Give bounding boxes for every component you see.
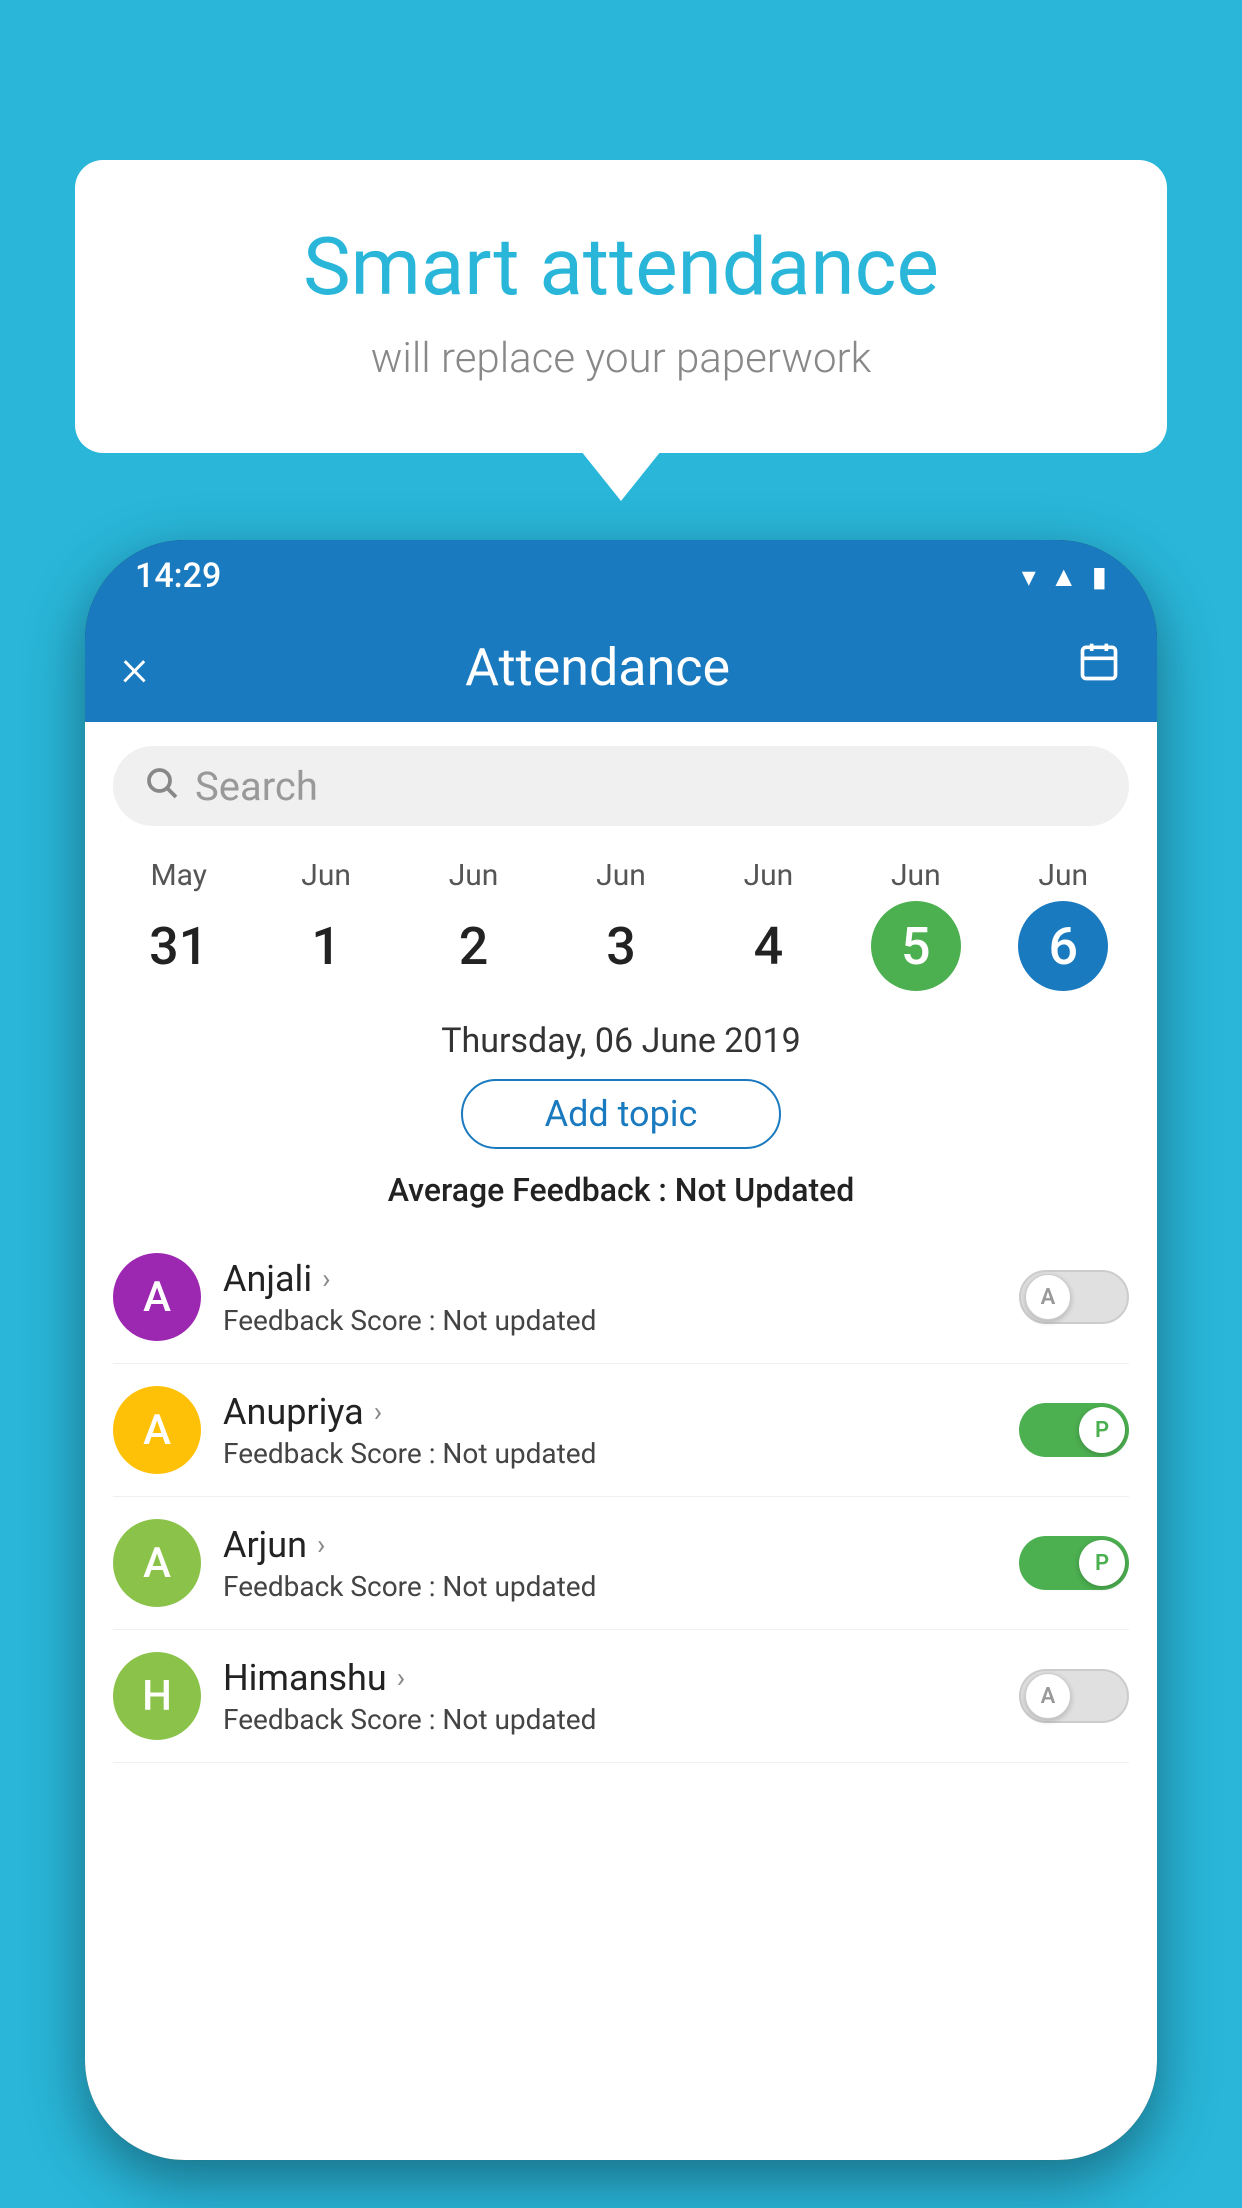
date-day-6: 6 [1018,901,1108,991]
phone-wrapper: 14:29 ▾ ▲ ▮ × Attendance [85,540,1157,2208]
student-name-anjali: Anjali › [223,1258,1019,1300]
date-day-2: 2 [429,901,519,991]
student-item-anupriya[interactable]: A Anupriya › Feedback Score : Not update… [113,1364,1129,1497]
avg-feedback: Average Feedback : Not Updated [85,1171,1157,1209]
chevron-right-icon: › [322,1262,330,1295]
calendar-icon[interactable] [1077,640,1121,695]
search-bar[interactable]: Search [113,746,1129,826]
student-name-arjun: Arjun › [223,1524,1019,1566]
date-month-3: Jun [596,858,646,893]
date-month-6: Jun [1038,858,1088,893]
date-day-4: 4 [723,901,813,991]
chevron-right-icon: › [317,1528,325,1561]
date-col-0[interactable]: May 31 [105,842,252,1007]
date-col-3[interactable]: Jun 3 [547,842,694,1007]
date-month-1: Jun [301,858,351,893]
date-month-2: Jun [449,858,499,893]
chevron-right-icon: › [374,1395,382,1428]
avg-feedback-label: Average Feedback : [388,1171,675,1209]
phone-frame: 14:29 ▾ ▲ ▮ × Attendance [85,540,1157,2160]
date-day-1: 1 [281,901,371,991]
date-col-5[interactable]: Jun 5 [842,842,989,1007]
date-month-0: May [150,858,206,893]
student-name-himanshu: Himanshu › [223,1657,1019,1699]
bubble-subtitle: will replace your paperwork [155,334,1087,383]
student-item-anjali[interactable]: A Anjali › Feedback Score : Not updated … [113,1231,1129,1364]
bubble-title: Smart attendance [155,220,1087,314]
feedback-score-anjali: Feedback Score : Not updated [223,1304,1019,1337]
student-list: A Anjali › Feedback Score : Not updated … [85,1231,1157,1763]
feedback-score-anupriya: Feedback Score : Not updated [223,1437,1019,1470]
phone-screen: Search May 31 Jun 1 Jun 2 Jun 3 [85,722,1157,2160]
avatar-arjun: A [113,1519,201,1607]
student-info-anupriya: Anupriya › Feedback Score : Not updated [223,1391,1019,1470]
date-month-5: Jun [891,858,941,893]
date-col-6[interactable]: Jun 6 [990,842,1137,1007]
search-placeholder: Search [195,763,318,810]
wifi-icon: ▾ [1022,560,1036,593]
toggle-knob-himanshu: A [1025,1673,1071,1719]
toggle-anjali[interactable]: A [1019,1270,1129,1324]
toggle-knob-anupriya: P [1079,1407,1125,1453]
student-name-anupriya: Anupriya › [223,1391,1019,1433]
status-time: 14:29 [135,556,221,596]
date-col-4[interactable]: Jun 4 [695,842,842,1007]
date-day-0: 31 [134,901,224,991]
status-icons: ▾ ▲ ▮ [1022,560,1107,593]
avg-feedback-value: Not Updated [675,1171,855,1209]
app-bar-title: Attendance [118,637,1077,698]
toggle-knob-arjun: P [1079,1540,1125,1586]
chevron-right-icon: › [397,1661,405,1694]
toggle-himanshu[interactable]: A [1019,1669,1129,1723]
battery-icon: ▮ [1092,560,1107,593]
selected-date: Thursday, 06 June 2019 [85,1021,1157,1061]
student-info-anjali: Anjali › Feedback Score : Not updated [223,1258,1019,1337]
student-item-arjun[interactable]: A Arjun › Feedback Score : Not updated P [113,1497,1129,1630]
avatar-himanshu: H [113,1652,201,1740]
date-day-3: 3 [576,901,666,991]
toggle-anupriya[interactable]: P [1019,1403,1129,1457]
add-topic-button[interactable]: Add topic [461,1079,781,1149]
date-month-4: Jun [744,858,794,893]
feedback-score-arjun: Feedback Score : Not updated [223,1570,1019,1603]
date-col-2[interactable]: Jun 2 [400,842,547,1007]
date-col-1[interactable]: Jun 1 [252,842,399,1007]
toggle-knob-anjali: A [1025,1274,1071,1320]
avatar-anjali: A [113,1253,201,1341]
student-info-himanshu: Himanshu › Feedback Score : Not updated [223,1657,1019,1736]
student-item-himanshu[interactable]: H Himanshu › Feedback Score : Not update… [113,1630,1129,1763]
feedback-score-himanshu: Feedback Score : Not updated [223,1703,1019,1736]
date-day-5: 5 [871,901,961,991]
speech-bubble-container: Smart attendance will replace your paper… [75,160,1167,453]
status-bar: 14:29 ▾ ▲ ▮ [85,540,1157,612]
date-strip: May 31 Jun 1 Jun 2 Jun 3 Jun 4 [85,842,1157,1007]
avatar-anupriya: A [113,1386,201,1474]
speech-bubble: Smart attendance will replace your paper… [75,160,1167,453]
student-info-arjun: Arjun › Feedback Score : Not updated [223,1524,1019,1603]
toggle-arjun[interactable]: P [1019,1536,1129,1590]
search-icon [143,764,179,809]
app-bar: × Attendance [85,612,1157,722]
signal-icon: ▲ [1050,560,1078,593]
